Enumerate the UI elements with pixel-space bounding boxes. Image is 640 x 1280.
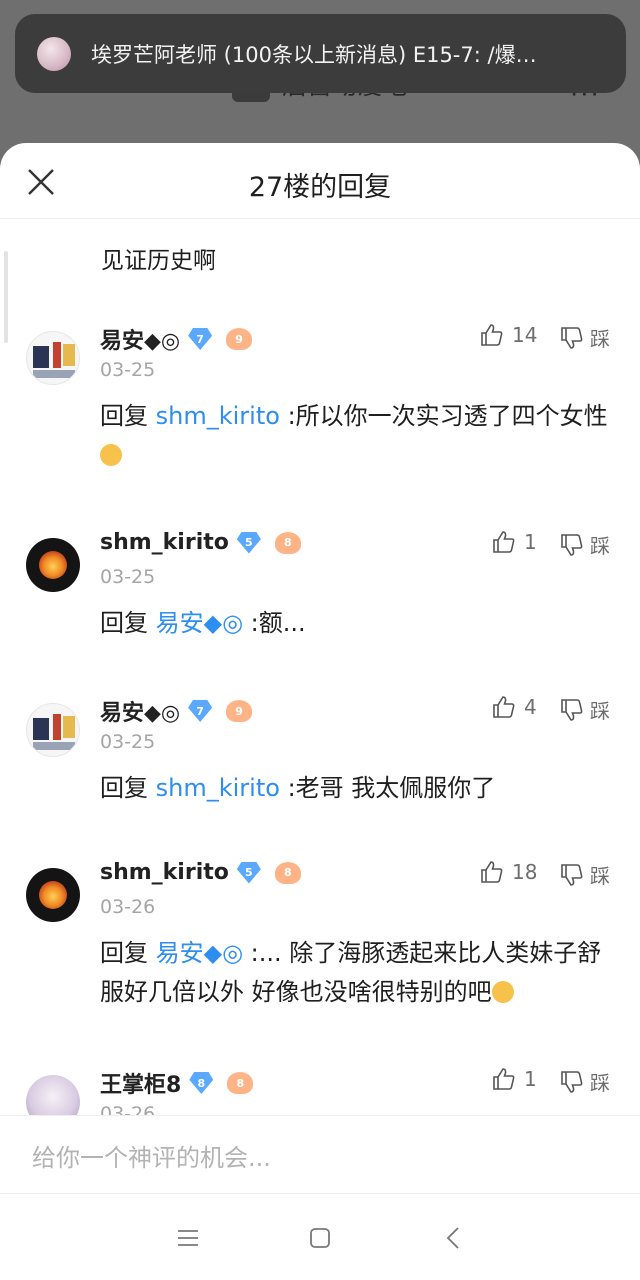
username[interactable]: shm_kirito 5 8 (100, 860, 301, 885)
thumb-down-icon (561, 326, 583, 349)
username[interactable]: 易安◆◎ 7 9 (100, 695, 253, 727)
reply-date: 03-26 (100, 1103, 156, 1115)
root-post-text: 见证历史啊 (101, 248, 216, 274)
reply-prefix: 回复 (100, 402, 156, 430)
like-count: 1 (524, 1067, 537, 1091)
username[interactable]: 易安◆◎ 7 9 (100, 323, 253, 355)
reply-content: 回复 shm_kirito :老哥 我太佩服你了 (100, 769, 615, 808)
username[interactable]: 王掌柜8 8 8 (100, 1067, 254, 1099)
fan-badge: 8 (227, 1072, 254, 1094)
reply-item[interactable]: shm_kirito 5 8 03-26 18 踩 回复 易安◆◎ :... 除… (0, 830, 640, 1037)
notification-avatar (37, 36, 71, 71)
thumb-up-icon (493, 696, 515, 718)
username-text: 王掌柜8 (100, 1073, 182, 1098)
avatar[interactable] (26, 703, 80, 757)
back-icon[interactable] (440, 1224, 468, 1252)
comment-input[interactable]: 给你一个神评的机会... (32, 1138, 271, 1173)
system-nav-bar (0, 1193, 640, 1280)
reply-date: 03-25 (100, 566, 156, 588)
dislike-button[interactable]: 踩 (560, 695, 610, 724)
fan-badge: 8 (274, 861, 301, 884)
reply-date: 03-26 (100, 896, 156, 918)
reply-sheet: 27楼的回复 见证历史啊 易安◆◎ 7 9 03-25 14 踩 回复 shm_… (0, 143, 640, 1280)
mention-link[interactable]: 易安◆◎ (156, 609, 243, 637)
username-text: shm_kirito (100, 860, 229, 885)
reply-prefix: 回复 (100, 939, 156, 967)
like-count: 1 (524, 530, 537, 554)
thumb-down-icon (561, 533, 583, 556)
sheet-title: 27楼的回复 (248, 172, 392, 203)
fan-badge: 9 (226, 700, 253, 722)
thumb-up-icon (493, 1068, 515, 1090)
emoji-icon (100, 444, 122, 466)
like-count: 18 (512, 860, 538, 884)
reply-prefix: 回复 (100, 774, 156, 802)
username-text: shm_kirito (100, 530, 229, 555)
reply-prefix: 回复 (100, 609, 156, 637)
like-count: 14 (512, 323, 538, 347)
dislike-button[interactable]: 踩 (560, 530, 610, 559)
dislike-button[interactable]: 踩 (560, 323, 610, 352)
reply-item[interactable]: 易安◆◎ 7 9 03-25 14 踩 回复 shm_kirito :所以你一次… (0, 293, 640, 500)
reply-content: 回复 易安◆◎ :额... (100, 604, 615, 643)
username[interactable]: shm_kirito 5 8 (100, 530, 301, 555)
mention-link[interactable]: shm_kirito (156, 774, 280, 802)
mention-link[interactable]: shm_kirito (156, 402, 280, 430)
mention-link[interactable]: 易安◆◎ (156, 939, 243, 967)
dislike-label: 踩 (590, 864, 610, 888)
like-count: 4 (524, 695, 537, 719)
dislike-label: 踩 (590, 699, 610, 723)
notification-text: 埃罗芒阿老师 (100条以上新消息) E15-7: /爆… (91, 42, 537, 67)
dislike-label: 踩 (590, 1071, 610, 1095)
reply-item[interactable]: 王掌柜8 8 8 03-26 1 踩 (0, 1037, 640, 1115)
reply-text: :额... (243, 609, 306, 637)
avatar[interactable] (26, 1075, 80, 1115)
thumb-down-icon (561, 698, 583, 721)
thumb-down-icon (561, 1070, 583, 1093)
thumb-down-icon (561, 863, 583, 886)
like-button[interactable]: 14 (480, 323, 537, 347)
reply-text: :所以你一次实习透了四个女性 (279, 402, 608, 430)
level-badge: 8 (189, 1072, 214, 1094)
username-text: 易安◆◎ (100, 701, 181, 726)
level-badge: 5 (236, 861, 261, 884)
dislike-label: 踩 (590, 327, 610, 351)
reply-list: 易安◆◎ 7 9 03-25 14 踩 回复 shm_kirito :所以你一次… (0, 293, 640, 1115)
thumb-up-icon (493, 531, 515, 553)
dislike-button[interactable]: 踩 (560, 1067, 610, 1096)
reply-content: 回复 易安◆◎ :... 除了海豚透起来比人类妹子舒服好几倍以外 好像也没啥很特… (100, 934, 615, 1012)
avatar[interactable] (26, 538, 80, 592)
level-badge: 5 (236, 531, 261, 554)
level-badge: 7 (188, 700, 213, 722)
square-icon[interactable] (306, 1224, 334, 1252)
emoji-icon (491, 981, 514, 1003)
thumb-up-icon (481, 324, 503, 346)
username-text: 易安◆◎ (100, 329, 181, 354)
reply-item[interactable]: 易安◆◎ 7 9 03-25 4 踩 回复 shm_kirito :老哥 我太佩… (0, 665, 640, 830)
thumb-up-icon (481, 861, 503, 883)
reply-date: 03-25 (100, 359, 156, 381)
like-button[interactable]: 18 (480, 860, 537, 884)
fan-badge: 9 (226, 328, 253, 350)
reply-item[interactable]: shm_kirito 5 8 03-25 1 踩 回复 易安◆◎ :额... (0, 500, 640, 665)
reply-content: 回复 shm_kirito :所以你一次实习透了四个女性 (100, 397, 615, 475)
avatar[interactable] (26, 868, 80, 922)
sheet-header: 27楼的回复 (0, 143, 640, 219)
menu-icon[interactable] (174, 1224, 202, 1252)
reply-text: :老哥 我太佩服你了 (279, 774, 496, 802)
notification-banner[interactable]: 埃罗芒阿老师 (100条以上新消息) E15-7: /爆… (15, 14, 626, 93)
avatar[interactable] (26, 331, 80, 385)
like-button[interactable]: 1 (492, 1067, 537, 1091)
dislike-label: 踩 (590, 534, 610, 558)
dislike-button[interactable]: 踩 (560, 860, 610, 889)
like-button[interactable]: 1 (492, 530, 537, 554)
reply-date: 03-25 (100, 731, 156, 753)
fan-badge: 8 (274, 531, 301, 554)
comment-input-bar[interactable]: 给你一个神评的机会... (0, 1115, 640, 1193)
level-badge: 7 (188, 328, 213, 350)
like-button[interactable]: 4 (492, 695, 537, 719)
